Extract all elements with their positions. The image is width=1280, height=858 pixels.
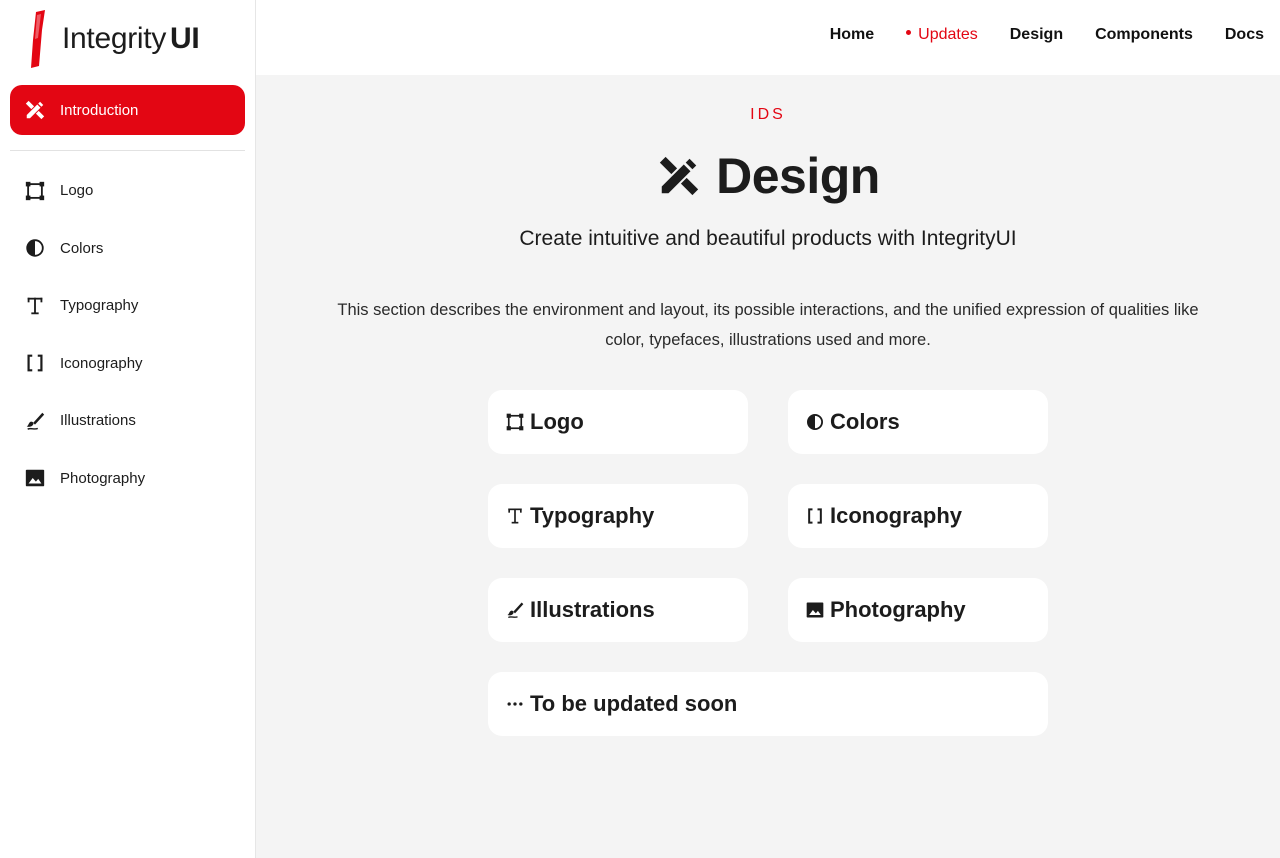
nav-link-components[interactable]: Components — [1095, 26, 1193, 44]
card-label: Typography — [530, 503, 655, 528]
brand-name: Integrity UI — [62, 22, 200, 55]
brackets-icon — [804, 505, 826, 527]
card-label: Photography — [830, 597, 966, 622]
card-photography[interactable]: Photography — [788, 578, 1048, 642]
nav-link-home[interactable]: Home — [830, 26, 874, 44]
design-tools-icon — [24, 99, 46, 121]
image-icon — [804, 599, 826, 621]
sidebar-item-illustrations[interactable]: Illustrations — [0, 392, 255, 450]
brackets-icon — [24, 352, 46, 374]
nav-link-updates[interactable]: Updates — [906, 26, 978, 44]
card-label: Iconography — [830, 503, 963, 528]
sidebar-divider — [10, 150, 245, 151]
sidebar-item-photography[interactable]: Photography — [0, 450, 255, 508]
sidebar-item-label: Typography — [60, 297, 139, 315]
page-header: Design — [256, 147, 1280, 205]
sidebar-item-label: Illustrations — [60, 412, 136, 430]
contrast-icon — [24, 237, 46, 259]
sidebar-item-colors[interactable]: Colors — [0, 220, 255, 278]
card-typography[interactable]: Typography — [488, 484, 748, 548]
brush-icon — [504, 599, 526, 621]
top-nav: Home Updates Design Components Docs — [798, 26, 1264, 44]
sidebar-item-introduction[interactable]: Introduction — [10, 85, 245, 135]
nav-link-docs[interactable]: Docs — [1225, 26, 1264, 44]
current-indicator-dot — [906, 30, 912, 36]
top-bar: Home Updates Design Components Docs — [256, 0, 1280, 75]
logo-frame-icon — [504, 411, 526, 433]
brush-icon — [24, 410, 46, 432]
nav-link-design[interactable]: Design — [1010, 26, 1063, 44]
sidebar-item-label: Colors — [60, 239, 104, 257]
brand-mark-icon — [31, 10, 45, 68]
card-illustrations[interactable]: Illustrations — [488, 578, 748, 642]
image-icon — [24, 467, 46, 489]
brand-logo[interactable]: Integrity UI — [28, 10, 200, 68]
card-label: Logo — [530, 409, 584, 434]
card-colors[interactable]: Colors — [788, 390, 1048, 454]
sidebar-item-label: Introduction — [60, 101, 139, 119]
sidebar-item-typography[interactable]: Typography — [0, 277, 255, 335]
main-content: IDS Design Create intuitive and beautifu… — [256, 75, 1280, 858]
sidebar-item-logo[interactable]: Logo — [0, 162, 255, 220]
sidebar-nav: Logo Colors Typography Iconography Illus… — [0, 162, 255, 507]
page-description: This section describes the environment a… — [337, 301, 1199, 349]
card-label: To be updated soon — [530, 691, 738, 716]
text-icon — [504, 505, 526, 527]
contrast-icon — [804, 411, 826, 433]
card-iconography[interactable]: Iconography — [788, 484, 1048, 548]
card-label: Illustrations — [530, 597, 655, 622]
card-logo[interactable]: Logo — [488, 390, 748, 454]
sidebar: Integrity UI Introduction Logo Colors Typ… — [0, 0, 256, 858]
sidebar-item-label: Iconography — [60, 354, 143, 372]
page-title: Design — [716, 148, 880, 204]
more-dots-icon — [504, 693, 526, 715]
sidebar-item-label: Photography — [60, 469, 146, 487]
design-tools-icon — [656, 152, 704, 200]
card-coming-soon[interactable]: To be updated soon — [488, 672, 1048, 736]
sidebar-item-iconography[interactable]: Iconography — [0, 335, 255, 393]
section-eyebrow: IDS — [750, 106, 786, 123]
sidebar-item-label: Logo — [60, 182, 94, 200]
card-label: Colors — [830, 409, 900, 434]
page-subtitle: Create intuitive and beautiful products … — [519, 227, 1017, 250]
text-icon — [24, 295, 46, 317]
logo-frame-icon — [24, 180, 46, 202]
